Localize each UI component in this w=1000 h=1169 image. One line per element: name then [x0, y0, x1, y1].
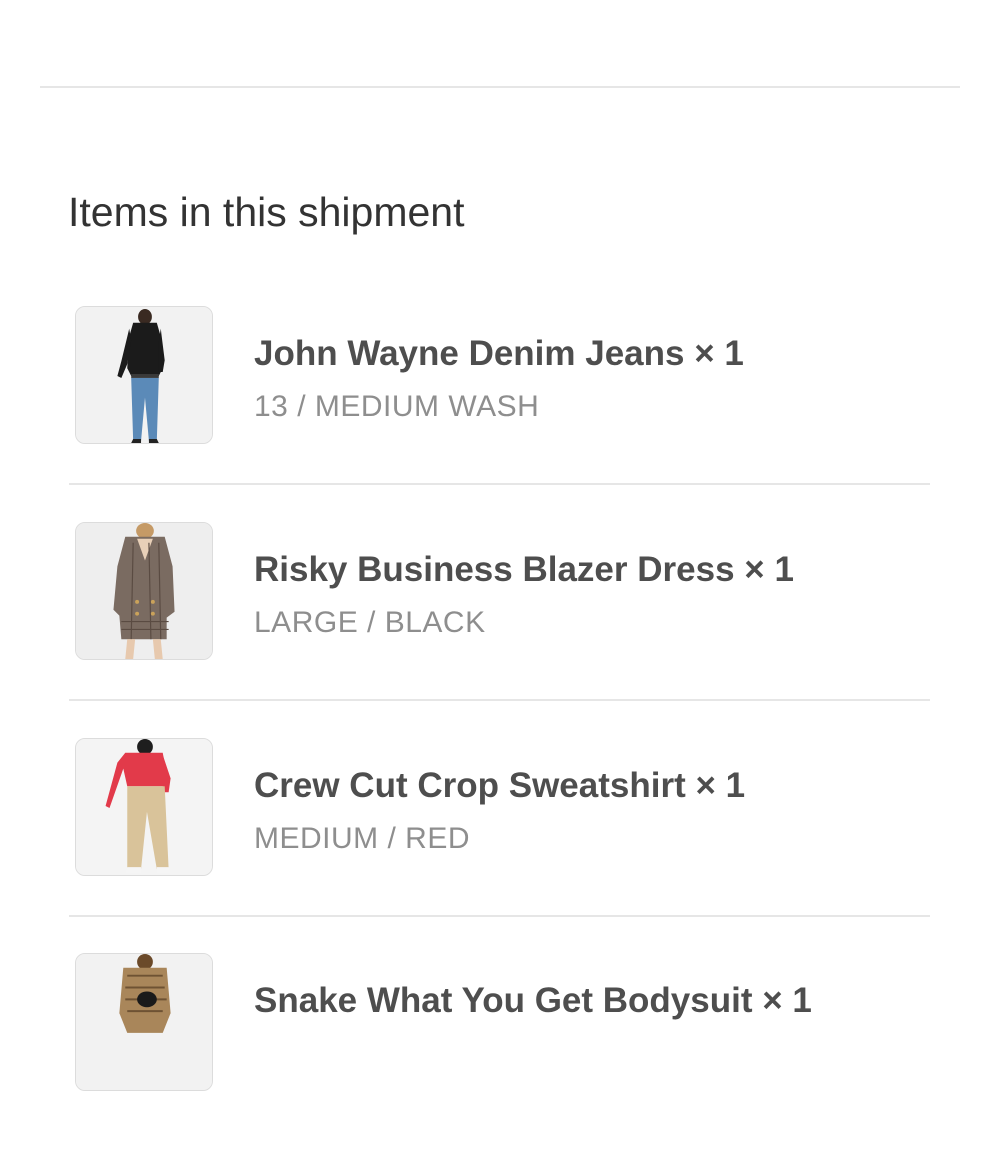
woman-plaid-blazer-dress-photo — [76, 523, 212, 659]
product-name: John Wayne Denim Jeans — [254, 334, 685, 373]
product-title[interactable]: John Wayne Denim Jeans × 1 — [254, 334, 744, 374]
shipment-item[interactable]: Risky Business Blazer Dress × 1 LARGE / … — [0, 522, 1000, 738]
product-thumbnail[interactable] — [75, 953, 213, 1091]
shipment-item[interactable]: Crew Cut Crop Sweatshirt × 1 MEDIUM / RE… — [0, 738, 1000, 954]
product-title[interactable]: Crew Cut Crop Sweatshirt × 1 — [254, 766, 745, 806]
product-variant: LARGE / BLACK — [254, 606, 486, 639]
product-name: Snake What You Get Bodysuit — [254, 981, 753, 1020]
product-title[interactable]: Snake What You Get Bodysuit × 1 — [254, 981, 812, 1021]
woman-black-top-blue-jeans-photo — [76, 307, 212, 443]
product-title[interactable]: Risky Business Blazer Dress × 1 — [254, 550, 794, 590]
product-name: Crew Cut Crop Sweatshirt — [254, 766, 686, 805]
item-divider — [69, 699, 930, 701]
product-quantity: × 1 — [762, 981, 812, 1020]
product-variant: MEDIUM / RED — [254, 822, 470, 855]
item-divider — [69, 483, 930, 485]
woman-snakeprint-bodysuit-photo — [76, 954, 212, 1090]
shipment-item[interactable]: John Wayne Denim Jeans × 1 13 / MEDIUM W… — [0, 306, 1000, 522]
item-divider — [69, 915, 930, 917]
product-thumbnail[interactable] — [75, 522, 213, 660]
product-quantity: × 1 — [744, 550, 794, 589]
shipment-item[interactable]: Snake What You Get Bodysuit × 1 — [0, 953, 1000, 1169]
product-quantity: × 1 — [695, 766, 746, 805]
product-variant: 13 / MEDIUM WASH — [254, 390, 540, 423]
product-thumbnail[interactable] — [75, 306, 213, 444]
product-thumbnail[interactable] — [75, 738, 213, 876]
shipment-item-list: John Wayne Denim Jeans × 1 13 / MEDIUM W… — [0, 0, 1000, 1091]
product-name: Risky Business Blazer Dress — [254, 550, 735, 589]
product-quantity: × 1 — [694, 334, 744, 373]
woman-red-sweatshirt-khaki-pants-photo — [76, 739, 212, 875]
